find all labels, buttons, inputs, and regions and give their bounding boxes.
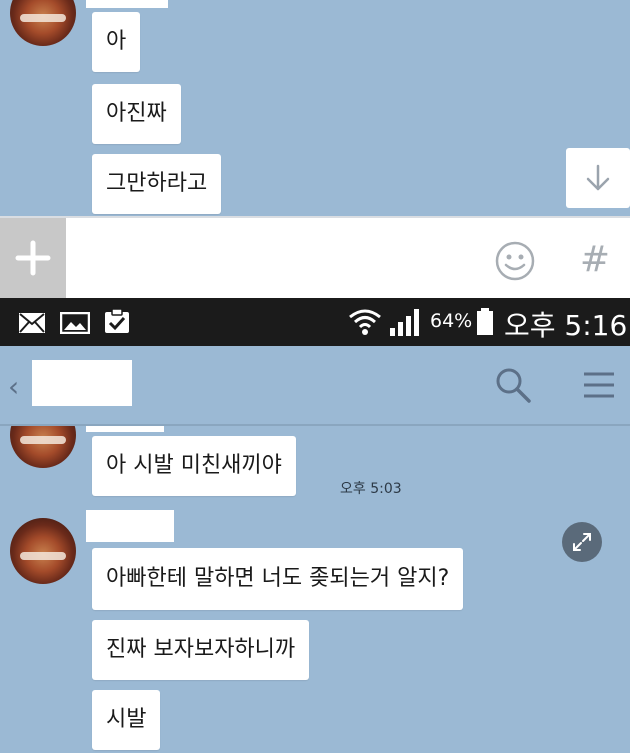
message-text: 아빠한테 말하면 너도 좆되는거 알지? [106, 566, 450, 591]
message-bubble[interactable]: 아 [92, 12, 141, 72]
wifi-icon [349, 309, 381, 335]
message-text: 진짜 보자보자하니까 [106, 637, 296, 662]
status-bar: 64% 오후 5:16 [0, 298, 630, 346]
message-bubble[interactable]: 진짜 보자보자하니까 [92, 620, 310, 680]
search-icon[interactable] [494, 366, 532, 404]
emoji-icon [495, 241, 535, 281]
chat-area-bottom[interactable]: 아 시발 미친새끼야 오후 5:03 아빠한테 말하면 너도 좆되는거 알지? … [0, 426, 630, 753]
chat-header: ‹ [0, 346, 630, 426]
clock: 오후 5:16 [504, 309, 628, 342]
plus-icon [15, 240, 51, 276]
message-text: 아 시발 미친새끼야 [106, 453, 282, 478]
message-input-bar: # [0, 216, 630, 298]
message-text: 시발 [106, 707, 147, 732]
emoji-button[interactable] [494, 240, 536, 282]
sender-name-redacted [86, 426, 164, 432]
message-text: 아 [106, 29, 127, 54]
expand-button[interactable] [562, 522, 602, 562]
message-bubble[interactable]: 시발 [92, 690, 161, 750]
avatar[interactable] [10, 426, 76, 468]
scroll-to-bottom-button[interactable] [566, 148, 630, 208]
message-text: 그만하라고 [106, 171, 208, 196]
mail-icon [19, 313, 45, 333]
avatar[interactable] [10, 518, 76, 584]
message-bubble[interactable]: 아진짜 [92, 84, 181, 144]
expand-icon [573, 533, 591, 551]
menu-icon[interactable] [582, 370, 616, 400]
chat-title-redacted [32, 360, 132, 406]
chat-area-top[interactable]: 아 아진짜 그만하라고 [0, 0, 630, 216]
sender-name-redacted [86, 510, 174, 542]
message-input[interactable] [70, 218, 480, 298]
message-timestamp: 오후 5:03 [340, 481, 402, 497]
message-bubble[interactable]: 그만하라고 [92, 154, 222, 214]
image-icon [60, 312, 90, 334]
hashtag-button[interactable]: # [572, 236, 618, 282]
attach-plus-button[interactable] [0, 218, 66, 298]
arrow-down-icon [586, 164, 610, 191]
message-text: 아진짜 [106, 101, 167, 126]
clipboard-check-icon [105, 308, 129, 333]
battery-icon [477, 308, 493, 335]
signal-icon [390, 309, 419, 336]
message-bubble[interactable]: 아 시발 미친새끼야 [92, 436, 296, 496]
back-icon[interactable]: ‹ [8, 370, 19, 403]
sender-name-redacted [86, 0, 168, 8]
message-bubble[interactable]: 아빠한테 말하면 너도 좆되는거 알지? [92, 548, 464, 610]
hashtag-icon: # [579, 238, 611, 280]
battery-percentage: 64% [430, 310, 473, 332]
avatar[interactable] [10, 0, 76, 46]
